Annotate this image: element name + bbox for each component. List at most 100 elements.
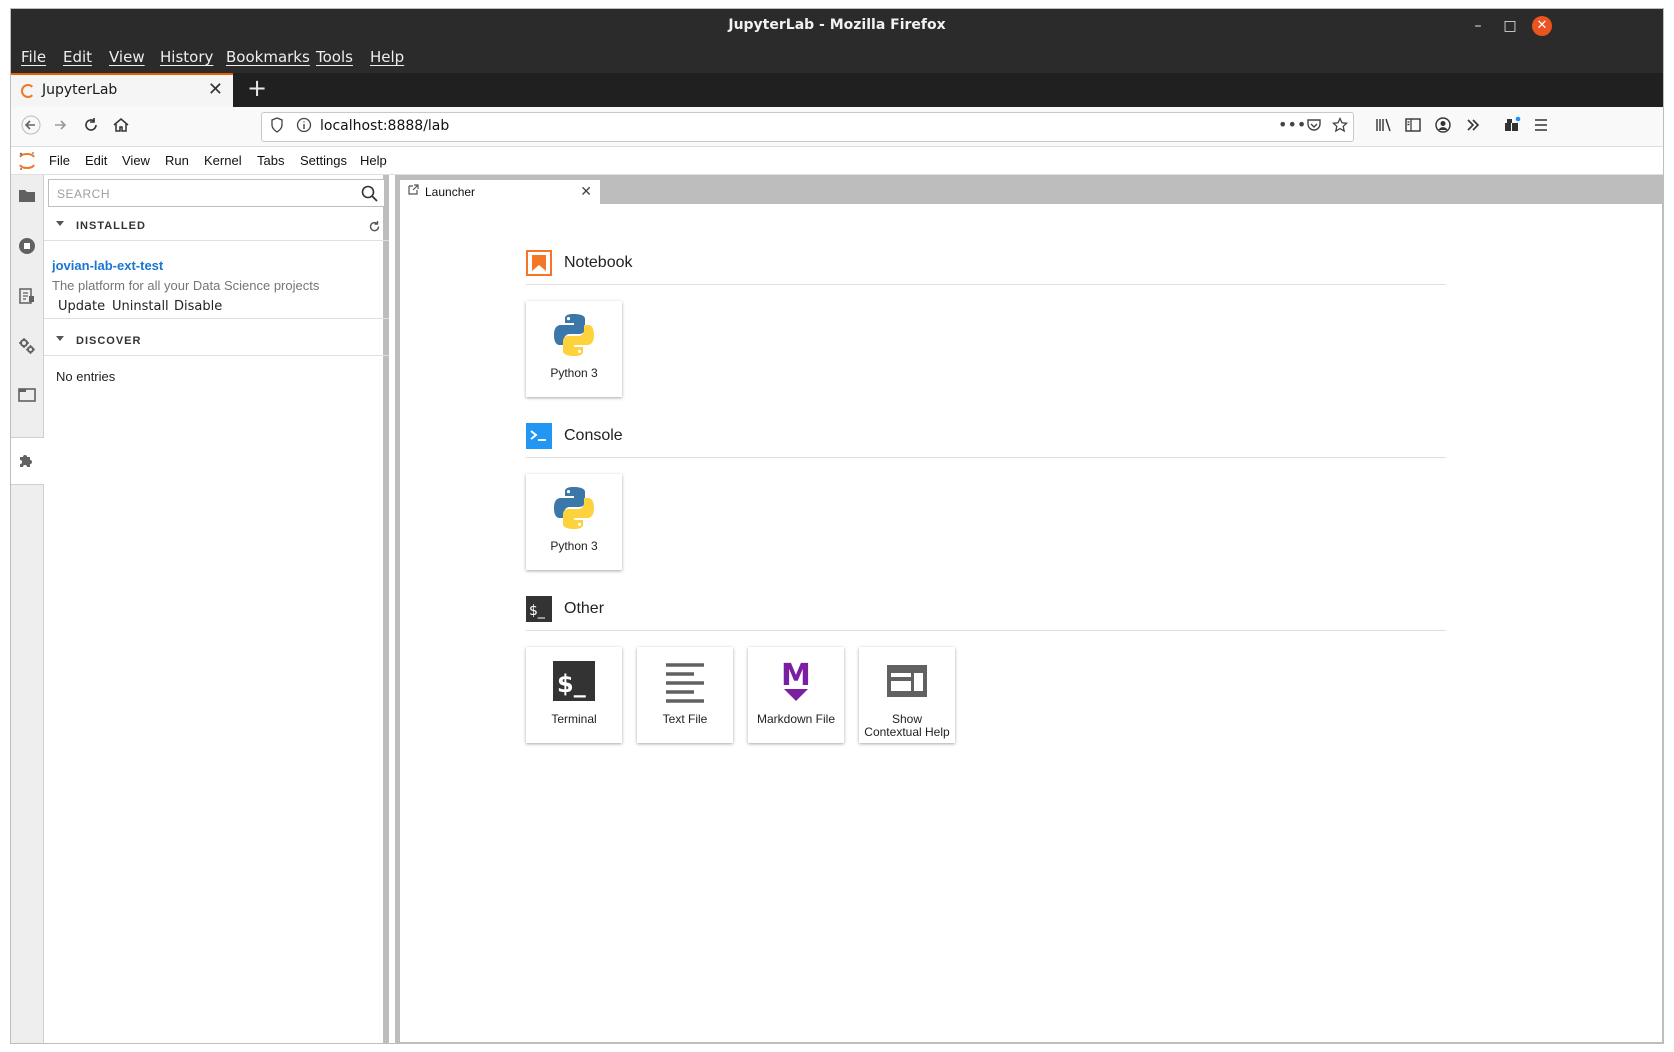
markdown-file-card[interactable]: M Markdown File xyxy=(748,647,844,743)
bookmark-star-icon[interactable] xyxy=(1331,116,1349,137)
extensions-icon[interactable] xyxy=(1500,115,1524,139)
launcher-tab[interactable]: Launcher ✕ xyxy=(400,180,600,205)
overflow-chevron-icon[interactable] xyxy=(1461,115,1485,139)
disable-button[interactable]: Disable xyxy=(174,299,222,314)
svg-text:M: M xyxy=(781,658,811,693)
account-icon[interactable] xyxy=(1431,115,1455,139)
hamburger-menu-icon[interactable] xyxy=(1529,115,1553,139)
jmenu-edit[interactable]: Edit xyxy=(85,153,107,168)
terminal-icon: $_ xyxy=(553,661,595,701)
search-icon[interactable] xyxy=(361,185,378,202)
svg-text:$_: $_ xyxy=(529,603,546,619)
notebook-section-title: Notebook xyxy=(564,254,633,271)
back-icon[interactable] xyxy=(19,115,43,139)
command-palette-icon[interactable] xyxy=(17,287,37,307)
extension-manager-panel: INSTALLED jovian-lab-ext-test The platfo… xyxy=(44,175,389,1043)
update-button[interactable]: Update xyxy=(58,299,105,314)
ff-menu-view[interactable]: View xyxy=(109,48,145,66)
card-label: Terminal xyxy=(551,712,597,726)
uninstall-button[interactable]: Uninstall xyxy=(112,299,169,314)
main-dock-area: Launcher ✕ Notebook Python 3 Console Pyt… xyxy=(395,175,1663,1043)
jupyter-logo-icon xyxy=(19,152,35,170)
window-titlebar: JupyterLab - Mozilla Firefox – □ ✕ xyxy=(11,9,1663,43)
page-actions-icon[interactable]: ••• xyxy=(1278,115,1306,134)
notebook-python3-card[interactable]: Python 3 xyxy=(526,301,622,397)
jupyterlab-app: File Edit View Run Kernel Tabs Settings … xyxy=(11,147,1663,1043)
launcher-tab-label: Launcher xyxy=(425,185,476,199)
file-browser-folder-icon[interactable] xyxy=(17,187,37,207)
jmenu-file[interactable]: File xyxy=(49,153,70,168)
minimize-button[interactable]: – xyxy=(1468,16,1488,36)
section-divider xyxy=(526,630,1446,631)
url-text[interactable]: localhost:8888/lab xyxy=(320,118,449,134)
terminal-card[interactable]: $_ Terminal xyxy=(526,647,622,743)
maximize-button[interactable]: □ xyxy=(1500,16,1520,36)
browser-tab-jupyterlab[interactable]: JupyterLab ✕ xyxy=(11,73,233,107)
console-python3-card[interactable]: Python 3 xyxy=(526,474,622,570)
extension-manager-puzzle-icon[interactable] xyxy=(17,451,37,471)
markdown-icon: M xyxy=(781,658,811,701)
jmenu-help[interactable]: Help xyxy=(360,153,387,168)
installed-header-label: INSTALLED xyxy=(76,220,146,232)
jupyter-favicon-icon xyxy=(21,84,35,98)
card-label: Python 3 xyxy=(550,539,598,553)
ff-menu-help[interactable]: Help xyxy=(370,48,404,66)
ff-menu-bookmarks[interactable]: Bookmarks xyxy=(226,48,310,66)
ff-menu-file[interactable]: File xyxy=(21,48,46,66)
notebook-section-icon xyxy=(526,250,552,276)
console-section-title: Console xyxy=(564,427,623,444)
refresh-icon[interactable] xyxy=(368,220,381,233)
console-section-icon xyxy=(526,423,552,449)
other-section-title: Other xyxy=(564,600,605,617)
url-bar[interactable]: localhost:8888/lab ••• xyxy=(261,112,1354,142)
close-tab-icon[interactable]: ✕ xyxy=(208,79,223,100)
ff-menu-history[interactable]: History xyxy=(160,48,213,66)
open-tabs-icon[interactable] xyxy=(17,387,37,407)
jmenu-settings[interactable]: Settings xyxy=(300,153,347,168)
section-divider xyxy=(526,457,1446,458)
section-divider xyxy=(526,284,1446,285)
firefox-menubar: File Edit View History Bookmarks Tools H… xyxy=(11,43,1663,73)
left-activity-bar xyxy=(11,175,44,1043)
extension-description: The platform for all your Data Science p… xyxy=(52,278,320,293)
site-info-icon[interactable] xyxy=(296,117,312,137)
browser-window: JupyterLab - Mozilla Firefox – □ ✕ File … xyxy=(10,8,1664,1044)
tracking-shield-icon[interactable] xyxy=(270,117,284,137)
running-sessions-stop-icon[interactable] xyxy=(17,237,37,257)
sidebar-toggle-icon[interactable] xyxy=(1401,115,1425,139)
extension-name-link[interactable]: jovian-lab-ext-test xyxy=(52,258,163,273)
home-icon[interactable] xyxy=(109,115,133,139)
forward-icon[interactable] xyxy=(49,115,73,139)
jmenu-tabs[interactable]: Tabs xyxy=(257,153,284,168)
contextual-help-icon xyxy=(887,665,927,697)
window-title: JupyterLab - Mozilla Firefox xyxy=(728,17,946,33)
launcher-tab-icon xyxy=(408,184,419,198)
contextual-help-card[interactable]: Show Contextual Help xyxy=(859,647,955,743)
jmenu-run[interactable]: Run xyxy=(165,153,189,168)
text-file-card[interactable]: Text File xyxy=(637,647,733,743)
other-section-terminal-icon: $_ xyxy=(526,596,552,622)
close-window-button[interactable]: ✕ xyxy=(1532,16,1552,36)
divider xyxy=(44,318,389,319)
pocket-icon[interactable] xyxy=(1306,117,1322,137)
discover-header-label: DISCOVER xyxy=(76,335,142,347)
close-launcher-tab-icon[interactable]: ✕ xyxy=(580,183,592,200)
browser-tabstrip: JupyterLab ✕ + xyxy=(11,73,1663,107)
discover-section-header[interactable]: DISCOVER xyxy=(44,326,389,356)
launcher-panel: Notebook Python 3 Console Python 3 $_ Ot… xyxy=(400,204,1662,1042)
caret-down-icon xyxy=(56,221,64,226)
card-label: Show Contextual Help xyxy=(864,712,950,739)
installed-section-header[interactable]: INSTALLED xyxy=(44,211,389,241)
ff-menu-edit[interactable]: Edit xyxy=(63,48,92,66)
card-label: Python 3 xyxy=(550,366,598,380)
jmenu-kernel[interactable]: Kernel xyxy=(204,153,242,168)
property-inspector-gears-icon[interactable] xyxy=(17,337,37,357)
new-tab-button[interactable]: + xyxy=(247,74,267,102)
reload-icon[interactable] xyxy=(79,115,103,139)
card-label: Markdown File xyxy=(756,712,836,726)
ff-menu-tools[interactable]: Tools xyxy=(316,48,353,66)
extension-search-input[interactable] xyxy=(57,184,347,204)
library-icon[interactable] xyxy=(1371,115,1395,139)
extension-search-box xyxy=(48,179,385,207)
jmenu-view[interactable]: View xyxy=(122,153,150,168)
